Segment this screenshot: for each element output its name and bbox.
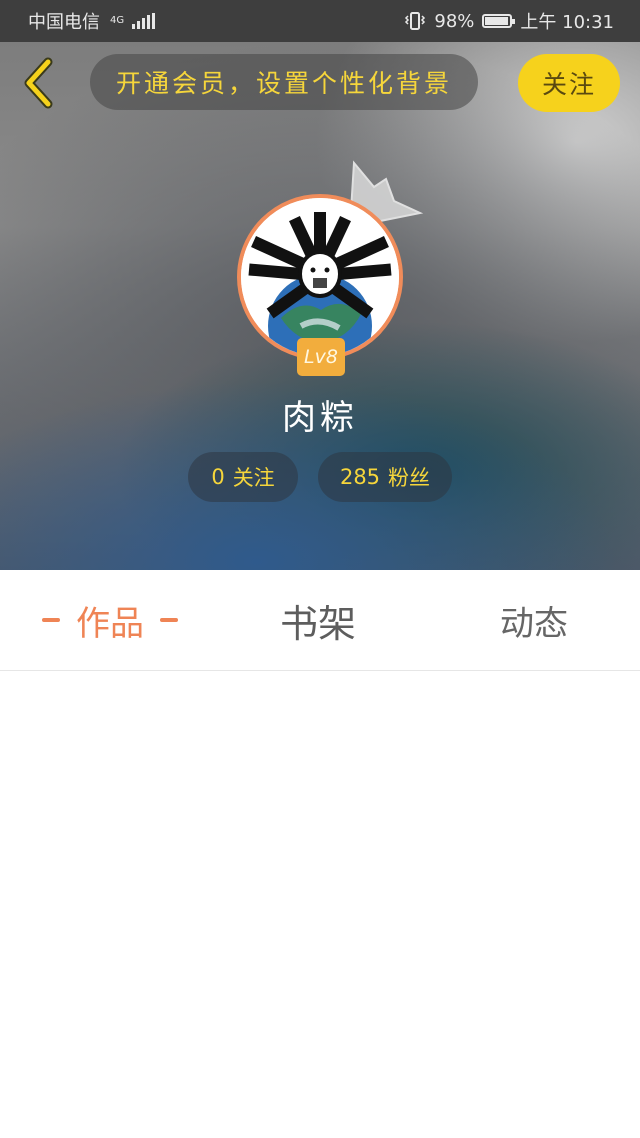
chevron-left-icon	[24, 57, 53, 109]
following-count-button[interactable]: 0 关注	[188, 452, 298, 502]
tab-label: 作品	[76, 603, 144, 644]
tab-label: 动态	[500, 603, 568, 644]
follow-button[interactable]: 关注	[518, 54, 620, 112]
vibrate-icon	[405, 12, 426, 30]
tab-works[interactable]: 作品	[20, 570, 200, 670]
battery-percent: 98%	[434, 10, 475, 32]
carrier-name: 中国电信	[28, 12, 100, 33]
network-type: 4G	[110, 16, 124, 26]
avatar-image	[241, 198, 399, 356]
tab-dynamics[interactable]: 动态	[444, 570, 624, 670]
tab-bookshelf[interactable]: 书架	[228, 570, 408, 670]
status-bar: 中国电信 4G 98% 上午 10:31	[0, 0, 640, 42]
following-count: 0	[211, 465, 225, 489]
network-label: 4G	[110, 15, 125, 26]
username: 肉粽	[282, 398, 358, 438]
avatar[interactable]	[237, 194, 403, 360]
active-dash-right	[160, 618, 178, 622]
signal-icon	[132, 13, 156, 29]
vip-background-banner[interactable]: 开通会员，设置个性化背景	[90, 54, 478, 110]
battery-icon	[482, 14, 516, 28]
following-label: 关注	[232, 466, 275, 490]
level-badge: Lv8	[297, 338, 345, 376]
tab-content-area	[0, 671, 640, 1138]
active-dash-left	[42, 618, 60, 622]
tab-label: 书架	[279, 601, 356, 646]
status-left: 中国电信 4G	[28, 8, 156, 34]
fans-label: 粉丝	[388, 466, 431, 490]
profile-tabs: 作品 书架 动态	[0, 570, 640, 671]
profile-header: 开通会员，设置个性化背景 关注 Lv8 肉粽 0 关注 285 粉丝	[0, 42, 640, 570]
clock: 上午 10:31	[520, 12, 614, 33]
fans-count-button[interactable]: 285 粉丝	[318, 452, 452, 502]
status-right: 98% 上午 10:31	[404, 8, 614, 34]
fans-count: 285	[339, 465, 381, 489]
back-button[interactable]	[14, 56, 62, 110]
